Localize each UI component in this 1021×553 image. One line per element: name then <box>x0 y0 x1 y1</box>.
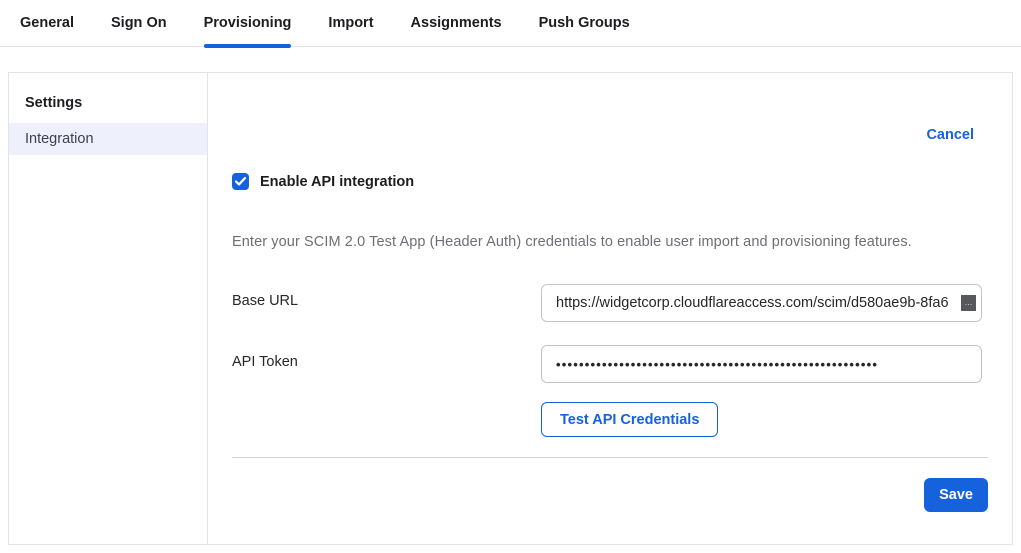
api-token-row: API Token <box>232 345 988 383</box>
tab-provisioning[interactable]: Provisioning <box>204 15 292 46</box>
sidebar-header: Settings <box>9 85 207 123</box>
base-url-row: Base URL … <box>232 284 988 322</box>
api-token-input-wrap <box>541 345 982 383</box>
credentials-description: Enter your SCIM 2.0 Test App (Header Aut… <box>232 234 988 250</box>
check-icon <box>235 177 246 186</box>
save-button[interactable]: Save <box>924 478 988 512</box>
base-url-input-wrap: … <box>541 284 982 322</box>
settings-sidebar: Settings Integration <box>9 73 208 544</box>
sidebar-item-integration[interactable]: Integration <box>9 123 207 155</box>
enable-api-checkbox[interactable] <box>232 173 249 190</box>
test-api-credentials-button[interactable]: Test API Credentials <box>541 402 718 437</box>
sidebar-item-label: Integration <box>25 131 94 147</box>
enable-api-row: Enable API integration <box>232 173 988 190</box>
base-url-input[interactable] <box>541 284 982 322</box>
tab-push-groups[interactable]: Push Groups <box>539 15 630 46</box>
form-divider <box>232 457 988 458</box>
save-row: Save <box>232 478 988 512</box>
integration-form: Cancel Enable API integration Enter your… <box>208 73 1012 544</box>
cancel-row: Cancel <box>232 127 988 143</box>
tab-import[interactable]: Import <box>328 15 373 46</box>
base-url-label: Base URL <box>232 284 541 309</box>
tab-general[interactable]: General <box>20 15 74 46</box>
test-credentials-row: Test API Credentials <box>541 402 988 437</box>
app-tabbar: General Sign On Provisioning Import Assi… <box>0 0 1021 47</box>
enable-api-label: Enable API integration <box>260 174 414 190</box>
provisioning-panel: Settings Integration Cancel Enable API i… <box>8 72 1013 545</box>
api-token-input[interactable] <box>541 345 982 383</box>
selection-artifact: … <box>961 295 976 311</box>
api-token-label: API Token <box>232 345 541 370</box>
cancel-button[interactable]: Cancel <box>926 127 974 143</box>
tab-assignments[interactable]: Assignments <box>411 15 502 46</box>
tab-sign-on[interactable]: Sign On <box>111 15 167 46</box>
